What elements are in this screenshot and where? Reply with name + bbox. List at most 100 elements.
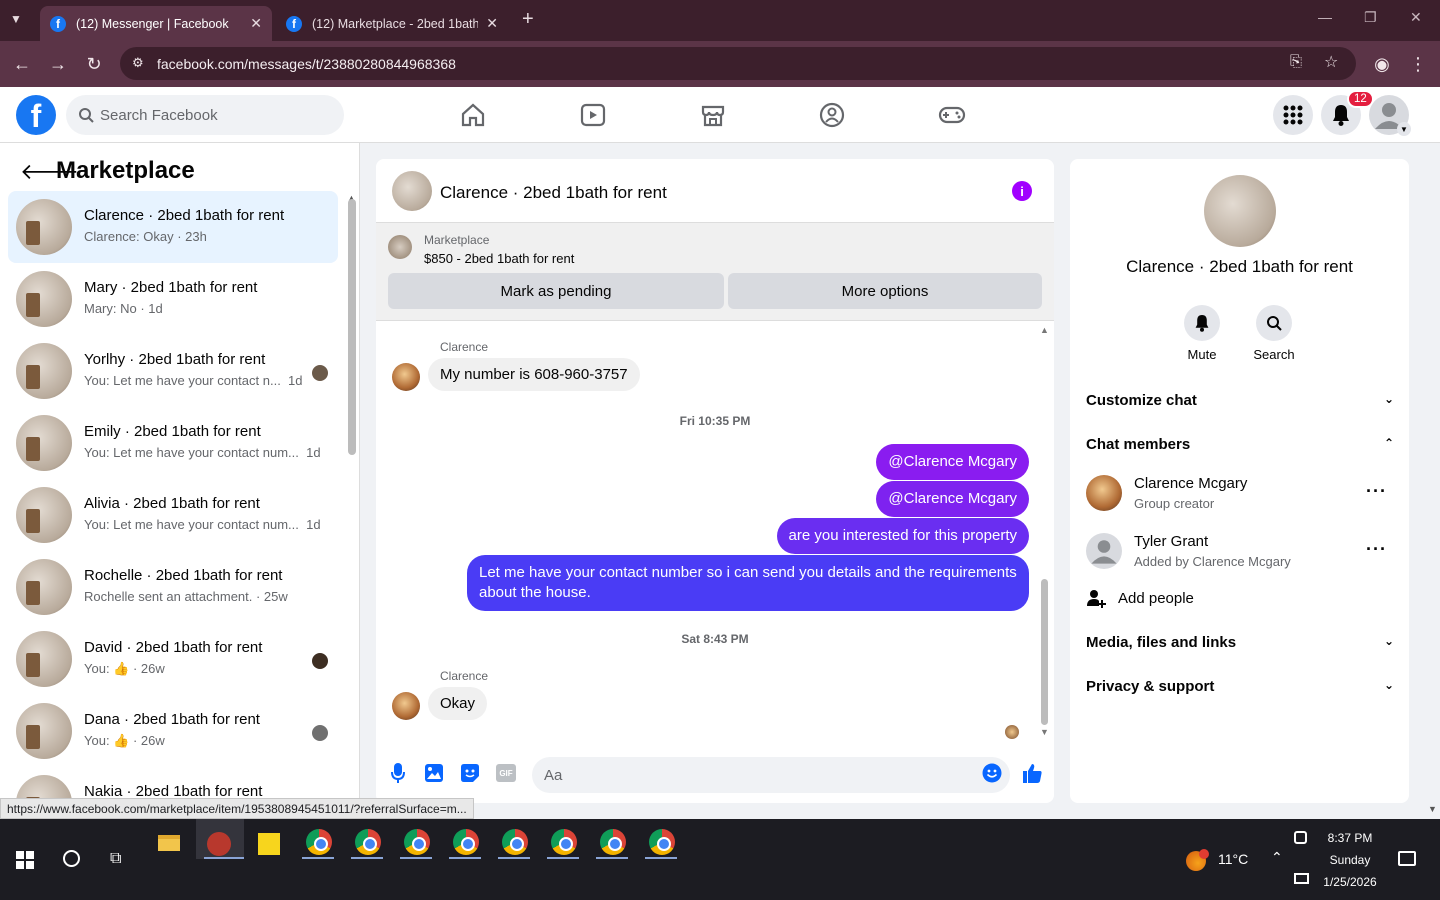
thumbs-up-icon[interactable] xyxy=(1020,761,1044,785)
avatar[interactable] xyxy=(1204,175,1276,247)
conversation-item-rochelle[interactable]: Rochelle · 2bed 1bath for rent Rochelle … xyxy=(8,551,338,623)
avatar[interactable] xyxy=(1086,475,1122,511)
conversation-item-alivia[interactable]: Alivia · 2bed 1bath for rent You: Let me… xyxy=(8,479,338,551)
message-composer: GIF Aa xyxy=(376,755,1054,803)
media-files-links-section[interactable]: Media, files and links ⌄ xyxy=(1086,634,1394,651)
tab-messenger[interactable]: f (12) Messenger | Facebook ✕ xyxy=(40,6,272,41)
close-tab-icon[interactable]: ✕ xyxy=(250,15,262,32)
site-info-icon[interactable]: ⚙ xyxy=(132,55,144,71)
message-input[interactable]: Aa xyxy=(532,757,1010,793)
chat-members-section[interactable]: Chat members ⌃ xyxy=(1086,436,1394,453)
member-name[interactable]: Clarence Mcgary xyxy=(1134,475,1247,492)
message-bubble-outgoing[interactable]: are you interested for this property xyxy=(776,518,1029,554)
bookmark-star-icon[interactable]: ☆ xyxy=(1324,52,1338,72)
sticker-icon[interactable] xyxy=(458,761,482,785)
avatar[interactable] xyxy=(1086,533,1122,569)
search-input[interactable]: Search Facebook xyxy=(66,95,344,135)
address-bar[interactable]: ⚙ facebook.com/messages/t/23880280844968… xyxy=(120,47,1356,80)
file-explorer-icon[interactable] xyxy=(158,829,190,861)
conversation-preview: Mary: No · 1d xyxy=(84,301,163,316)
profile-icon[interactable]: ◉ xyxy=(1370,52,1394,76)
forward-icon[interactable]: → xyxy=(46,52,70,76)
add-people-button[interactable]: Add people xyxy=(1086,589,1386,613)
avatar[interactable] xyxy=(392,692,420,720)
conversation-item-dana[interactable]: Dana · 2bed 1bath for rent You: 👍 · 26w xyxy=(8,695,338,767)
conversation-item-clarence[interactable]: Clarence · 2bed 1bath for rent Clarence:… xyxy=(8,191,338,263)
menu-kebab-icon[interactable]: ⋮ xyxy=(1406,52,1430,76)
scroll-down-icon[interactable]: ▼ xyxy=(1040,727,1049,737)
reload-icon[interactable]: ↻ xyxy=(82,52,106,76)
microphone-icon[interactable] xyxy=(386,761,410,785)
member-role: Group creator xyxy=(1134,496,1215,511)
info-icon[interactable]: i xyxy=(1012,181,1032,201)
install-app-icon[interactable]: ⎘ xyxy=(1290,53,1302,70)
page-scroll-down-icon[interactable]: ▼ xyxy=(1428,804,1437,814)
gaming-icon[interactable] xyxy=(938,101,966,129)
avatar[interactable] xyxy=(392,171,432,211)
message-bubble-outgoing[interactable]: @Clarence Mcgary xyxy=(876,444,1029,480)
chevron-down-icon: ⌄ xyxy=(1383,634,1394,648)
conversation-preview: You: Let me have your contact num... 1d xyxy=(84,445,321,460)
avatar[interactable] xyxy=(392,363,420,391)
conversation-item-david[interactable]: David · 2bed 1bath for rent You: 👍 · 26w xyxy=(8,623,338,695)
avatar xyxy=(16,343,72,399)
cortana-search-icon[interactable] xyxy=(63,850,80,867)
conversation-item-emily[interactable]: Emily · 2bed 1bath for rent You: Let me … xyxy=(8,407,338,479)
add-person-icon xyxy=(1087,590,1106,608)
tab-marketplace[interactable]: f (12) Marketplace - 2bed 1bath f ✕ xyxy=(276,6,508,41)
message-bubble[interactable]: Okay xyxy=(428,687,488,720)
message-bubble-outgoing[interactable]: Let me have your contact number so i can… xyxy=(467,555,1029,611)
facebook-logo[interactable]: f xyxy=(16,95,56,135)
scroll-up-icon[interactable]: ▲ xyxy=(1040,325,1049,335)
message-placeholder: Aa xyxy=(544,766,563,784)
message-bubble[interactable]: My number is 608-960-3757 xyxy=(428,358,640,391)
listing-title[interactable]: $850 - 2bed 1bath for rent xyxy=(424,251,574,266)
back-icon[interactable]: ← xyxy=(10,52,34,76)
account-button[interactable]: ▼ xyxy=(1369,95,1411,136)
conversation-name: Alivia · 2bed 1bath for rent xyxy=(84,495,260,512)
task-view-icon[interactable]: ⧉ xyxy=(110,850,121,868)
chat-title[interactable]: Clarence · 2bed 1bath for rent xyxy=(440,183,667,203)
message-timestamp: Sat 8:43 PM xyxy=(681,632,749,646)
close-tab-icon[interactable]: ✕ xyxy=(486,15,498,32)
member-options-icon[interactable]: ··· xyxy=(1366,539,1387,560)
chat-scrollbar[interactable] xyxy=(1041,579,1048,725)
camera-icon[interactable] xyxy=(1294,831,1307,844)
system-clock[interactable]: 8:37 PM Sunday 1/25/2026 xyxy=(1316,827,1384,893)
emoji-icon[interactable] xyxy=(980,761,1004,785)
show-hidden-icons-chevron[interactable]: ⌃ xyxy=(1271,849,1283,866)
privacy-support-section[interactable]: Privacy & support ⌄ xyxy=(1086,678,1394,695)
listing-thumbnail[interactable] xyxy=(388,235,412,259)
sticky-notes-icon[interactable] xyxy=(258,829,290,861)
app-running-indicator xyxy=(302,857,334,859)
menu-grid-button[interactable] xyxy=(1273,95,1313,135)
groups-icon[interactable] xyxy=(818,101,846,129)
notifications-center-icon[interactable] xyxy=(1398,851,1416,866)
windows-start-icon[interactable] xyxy=(16,851,34,869)
restore-icon[interactable]: ❐ xyxy=(1364,9,1377,26)
marketplace-icon[interactable] xyxy=(699,101,727,129)
new-tab-icon[interactable]: + xyxy=(522,8,534,31)
mark-as-pending-button[interactable]: Mark as pending xyxy=(388,273,724,309)
tab-search-dropdown-icon[interactable]: ▼ xyxy=(10,12,22,26)
customize-chat-section[interactable]: Customize chat ⌄ xyxy=(1086,392,1394,409)
photo-icon[interactable] xyxy=(422,761,446,785)
mute-button[interactable]: Mute xyxy=(1172,305,1232,362)
conversation-item-mary[interactable]: Mary · 2bed 1bath for rent Mary: No · 1d xyxy=(8,263,338,335)
home-icon[interactable] xyxy=(459,101,487,129)
video-icon[interactable] xyxy=(579,101,607,129)
app-running-indicator xyxy=(596,857,628,859)
search-in-chat-button[interactable]: Search xyxy=(1244,305,1304,362)
member-options-icon[interactable]: ··· xyxy=(1366,481,1387,502)
message-bubble-outgoing[interactable]: @Clarence Mcgary xyxy=(876,481,1029,517)
network-icon[interactable] xyxy=(1294,873,1309,884)
gif-icon[interactable]: GIF xyxy=(494,761,518,785)
more-options-button[interactable]: More options xyxy=(728,273,1042,309)
conversation-item-yorlhy[interactable]: Yorlhy · 2bed 1bath for rent You: Let me… xyxy=(8,335,338,407)
minimize-icon[interactable]: — xyxy=(1318,9,1332,25)
preview-text: You: Let me have your contact n... xyxy=(84,373,281,388)
close-window-icon[interactable]: ✕ xyxy=(1410,9,1422,26)
member-name[interactable]: Tyler Grant xyxy=(1134,533,1208,550)
facebook-favicon-icon: f xyxy=(286,15,302,32)
list-scrollbar[interactable] xyxy=(348,199,356,455)
